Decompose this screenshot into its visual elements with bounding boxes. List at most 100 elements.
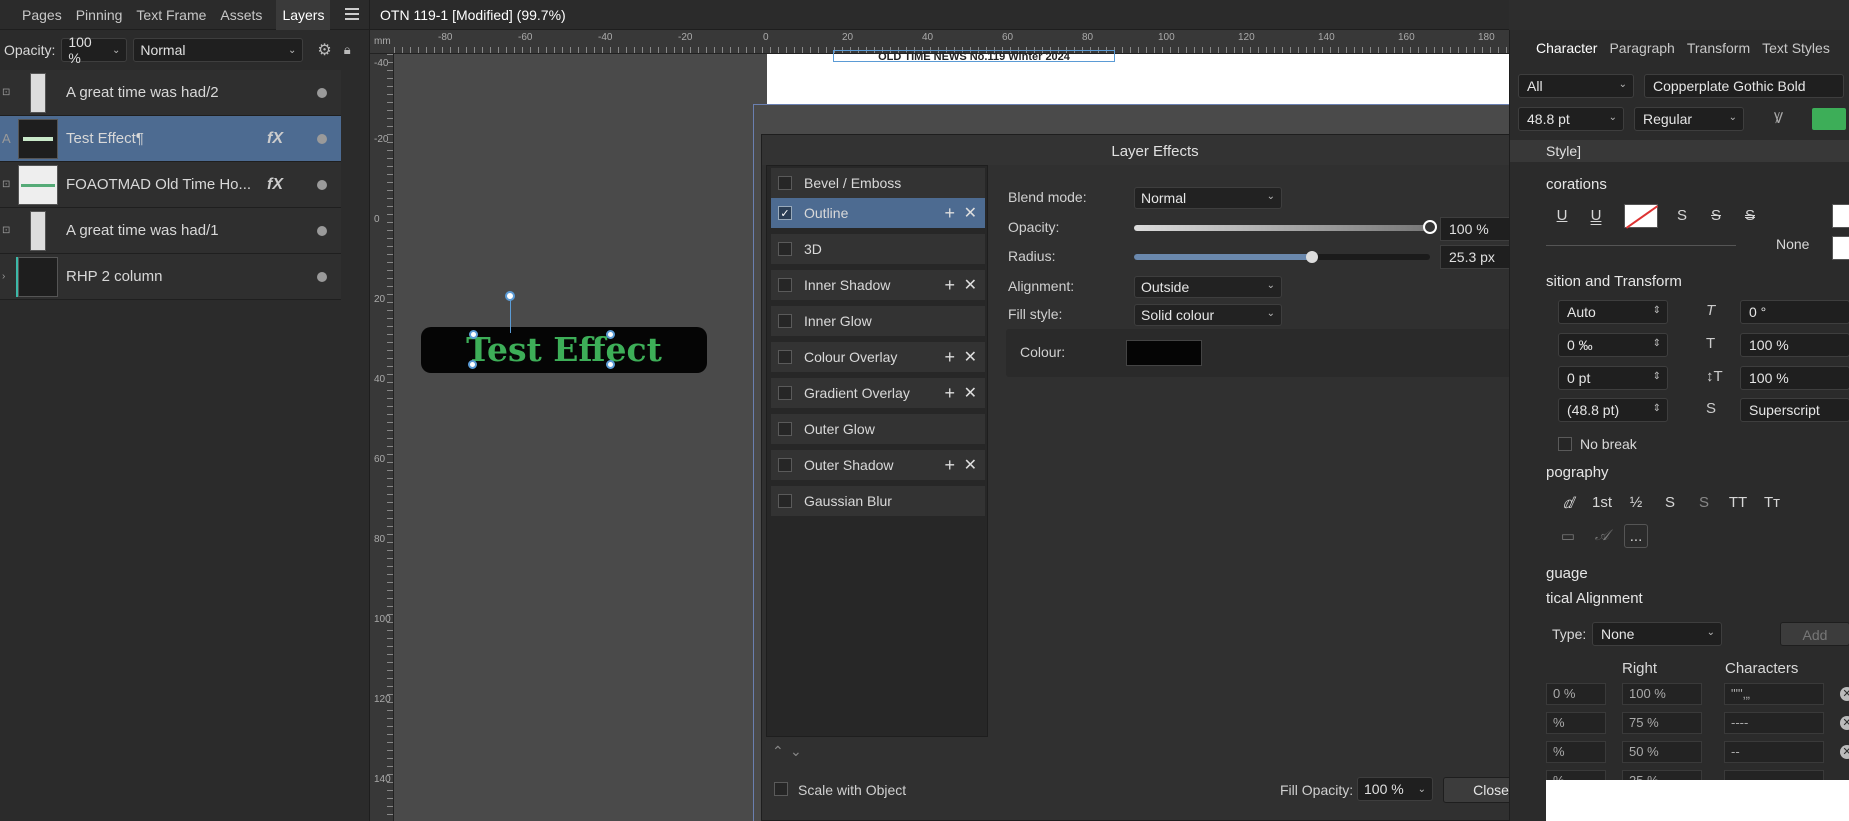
opacity-slider[interactable] (1134, 225, 1430, 231)
tab-character[interactable]: Character (1536, 40, 1597, 56)
scale-with-object-checkbox[interactable] (774, 782, 788, 796)
opacity-select[interactable]: 100 % ⌄ (61, 34, 128, 66)
alignment-select[interactable]: Outside ⌄ (1134, 276, 1282, 298)
rotation-handle[interactable] (505, 291, 515, 301)
effect-inner-glow[interactable]: Inner Glow (771, 306, 985, 336)
table-cell[interactable]: ---- (1724, 712, 1824, 734)
fx-icon[interactable]: fX (267, 130, 283, 148)
tab-paragraph[interactable]: Paragraph (1609, 40, 1674, 56)
table-cell[interactable]: 0 % (1546, 683, 1606, 705)
decoration-stroke-swatch[interactable] (1832, 236, 1849, 260)
plus-icon[interactable]: + (944, 203, 955, 224)
table-cell[interactable]: % (1546, 712, 1606, 734)
language-heading[interactable]: guage (1546, 565, 1588, 582)
vertical-ruler[interactable]: -40 -20 0 20 40 60 80 100 120 140 (370, 54, 394, 821)
plus-icon[interactable]: + (944, 455, 955, 476)
layer-row[interactable]: ⊡ A great time was had/2 (0, 70, 341, 116)
effect-3d[interactable]: 3D (771, 234, 985, 264)
checkbox[interactable] (778, 242, 792, 256)
position-select[interactable]: Superscript (1740, 398, 1849, 422)
move-down-icon[interactable]: ⌄ (790, 743, 802, 760)
text-style-icon[interactable]: Ꝟ (1774, 108, 1783, 128)
radius-slider[interactable] (1134, 254, 1430, 260)
tab-assets[interactable]: Assets (220, 7, 262, 23)
effect-outline[interactable]: ✓ Outline + ✕ (771, 198, 985, 228)
fill-style-select[interactable]: Solid colour ⌄ (1134, 304, 1282, 326)
text-colour-swatch[interactable] (1812, 108, 1846, 130)
scope-select[interactable]: All ⌄ (1518, 74, 1634, 98)
radius-slider-knob[interactable] (1305, 251, 1318, 263)
table-cell[interactable]: ""'‚„ (1724, 683, 1824, 705)
baseline-select[interactable]: 0 pt ⇕ (1558, 366, 1668, 390)
skew-input[interactable]: 0 ° (1740, 300, 1849, 324)
remove-row-icon[interactable]: ✕ (1840, 687, 1849, 701)
blend-mode-select[interactable]: Normal ⌄ (1134, 187, 1282, 209)
leading-override-select[interactable]: (48.8 pt) ⇕ (1558, 398, 1668, 422)
tab-text-frame[interactable]: Text Frame (136, 7, 206, 23)
colour-swatch[interactable] (1126, 340, 1202, 366)
visibility-dot[interactable] (317, 87, 327, 98)
decoration-colour-none[interactable] (1624, 204, 1659, 229)
plus-icon[interactable]: + (944, 383, 955, 404)
checkbox[interactable] (778, 314, 792, 328)
font-size-select[interactable]: 48.8 pt ⌄ (1518, 107, 1624, 131)
remove-icon[interactable]: ✕ (964, 347, 977, 367)
selection-handle[interactable] (606, 360, 615, 369)
document-page[interactable]: OLD TIME NEWS No.119 Winter 2024 (767, 50, 1509, 104)
checkbox[interactable] (778, 494, 792, 508)
expand-chevron-icon[interactable]: › (2, 271, 5, 282)
tab-pages[interactable]: Pages (22, 7, 62, 23)
strikethrough-single-icon[interactable]: S (1704, 204, 1728, 228)
fx-icon[interactable]: fX (267, 176, 283, 194)
tab-text-styles[interactable]: Text Styles (1762, 40, 1830, 56)
vertical-scale-input[interactable]: 100 % (1740, 366, 1849, 390)
more-options-button[interactable]: ... (1624, 524, 1648, 548)
font-select[interactable]: Copperplate Gothic Bold (1644, 74, 1844, 98)
visibility-dot[interactable] (317, 179, 327, 190)
tab-transform[interactable]: Transform (1687, 40, 1750, 56)
checkbox-checked[interactable]: ✓ (778, 206, 792, 220)
effect-gradient-overlay[interactable]: Gradient Overlay + ✕ (771, 378, 985, 408)
tab-pinning[interactable]: Pinning (76, 7, 123, 23)
remove-icon[interactable]: ✕ (964, 455, 977, 475)
remove-icon[interactable]: ✕ (964, 275, 977, 295)
fraction-button[interactable]: ½ (1624, 491, 1648, 515)
checkbox[interactable] (778, 386, 792, 400)
subscript-button[interactable]: S (1692, 491, 1716, 515)
vertical-alignment-heading[interactable]: tical Alignment (1546, 590, 1643, 607)
selection-handle[interactable] (606, 330, 615, 339)
leading-select[interactable]: Auto ⇕ (1558, 300, 1668, 324)
visibility-dot[interactable] (317, 133, 327, 144)
underline-icon[interactable]: U (1550, 204, 1574, 228)
checkbox[interactable] (778, 422, 792, 436)
remove-icon[interactable]: ✕ (964, 383, 977, 403)
strikethrough-icon[interactable]: S (1670, 204, 1694, 228)
decoration-colour-swatch[interactable] (1832, 204, 1849, 228)
remove-row-icon[interactable]: ✕ (1840, 716, 1849, 730)
typography-heading[interactable]: pography (1546, 464, 1609, 481)
plus-icon[interactable]: + (944, 275, 955, 296)
type-select[interactable]: None ⌄ (1592, 622, 1722, 646)
all-caps-button[interactable]: TT (1726, 491, 1750, 515)
table-cell[interactable]: -- (1724, 741, 1824, 763)
layer-row[interactable]: ⊡ FOAOTMAD Old Time Ho... fX (0, 162, 341, 208)
font-weight-select[interactable]: Regular ⌄ (1634, 107, 1744, 131)
small-caps-button[interactable]: Tт (1760, 491, 1784, 515)
table-cell[interactable]: 100 % (1622, 683, 1702, 705)
selection-handle[interactable] (468, 360, 477, 369)
double-strikethrough-icon[interactable]: S (1738, 204, 1762, 228)
opacity-slider-knob[interactable] (1423, 220, 1437, 234)
layer-row[interactable]: › RHP 2 column (0, 254, 341, 300)
no-break-checkbox[interactable] (1558, 437, 1572, 451)
effect-outer-glow[interactable]: Outer Glow (771, 414, 985, 444)
checkbox[interactable] (778, 458, 792, 472)
swash-icon[interactable]: ▭ (1556, 524, 1580, 548)
ligature-icon[interactable]: ⅆ (1556, 491, 1580, 515)
checkbox[interactable] (778, 176, 792, 190)
move-up-icon[interactable]: ⌃ (772, 743, 784, 760)
layer-row-selected[interactable]: A Test Effect¶ fX (0, 116, 341, 162)
table-cell[interactable]: 50 % (1622, 741, 1702, 763)
position-transform-heading[interactable]: sition and Transform (1546, 273, 1682, 290)
ordinal-button[interactable]: 1st (1590, 491, 1614, 515)
plus-icon[interactable]: + (944, 347, 955, 368)
